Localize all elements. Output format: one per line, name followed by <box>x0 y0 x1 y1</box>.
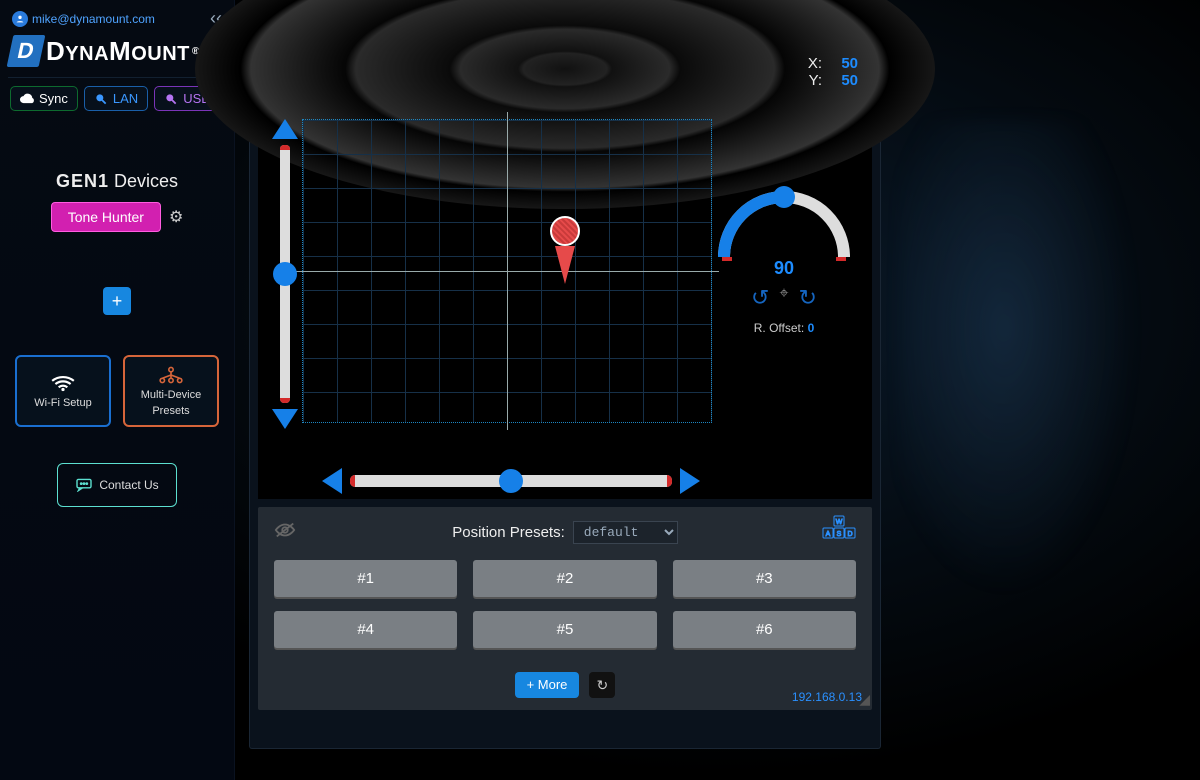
refresh-presets-button[interactable]: ↻ <box>589 672 615 698</box>
rotate-cw-button[interactable]: ↻ <box>799 285 817 311</box>
y-slider-track[interactable] <box>280 145 290 403</box>
device-tone-hunter-label: Tone Hunter <box>68 209 144 225</box>
user-email: mike@dynamount.com <box>32 12 155 26</box>
main-panel: Tone Hunter ⊕ Calibrate X:50 Y:50 <box>250 10 880 748</box>
rotation-center-icon[interactable]: ⌖ <box>779 285 788 311</box>
preset-grid: #1 #2 #3 #4 #5 #6 <box>274 560 856 648</box>
x-left-button[interactable] <box>322 468 342 494</box>
visibility-toggle-icon[interactable] <box>274 521 296 545</box>
contact-us-button[interactable]: Contact Us <box>57 463 177 507</box>
lan-label: LAN <box>113 91 138 106</box>
preset-button-6[interactable]: #6 <box>673 611 856 648</box>
r-offset-label: R. Offset: <box>754 321 804 335</box>
x-right-button[interactable] <box>680 468 700 494</box>
y-slider <box>276 119 294 429</box>
sidebar: mike@dynamount.com ‹‹ D DYNAMOUNT ® Sync… <box>0 0 235 780</box>
preset-button-5[interactable]: #5 <box>473 611 656 648</box>
multi-card-label2: Presets <box>152 405 189 417</box>
svg-text:W: W <box>836 519 843 526</box>
mic-head-icon <box>550 216 580 246</box>
add-device-button[interactable]: + <box>103 287 131 315</box>
y-slider-thumb[interactable] <box>273 262 297 286</box>
wifi-card-label: Wi-Fi Setup <box>34 397 91 409</box>
microphone-marker[interactable] <box>550 216 580 286</box>
multi-device-presets-card[interactable]: Multi-Device Presets <box>123 355 219 427</box>
user-icon <box>12 11 28 27</box>
brand-mark-icon: D <box>7 35 46 67</box>
y-value: 50 <box>822 72 858 89</box>
svg-text:A: A <box>826 531 831 538</box>
rotation-gauge: 90 ↺ ⌖ ↻ R. Offset: 0 <box>710 181 858 335</box>
user-chip[interactable]: mike@dynamount.com <box>12 11 155 27</box>
x-slider-track[interactable] <box>350 475 672 487</box>
y-label: Y: <box>800 72 822 89</box>
network-icon <box>158 365 184 385</box>
wifi-setup-card[interactable]: Wi-Fi Setup <box>15 355 111 427</box>
device-ip: 192.168.0.13 <box>792 690 862 704</box>
coordinates-readout: X:50 Y:50 <box>800 55 858 89</box>
wasd-keys-icon[interactable]: W A S D <box>822 515 856 544</box>
device-tone-hunter[interactable]: Tone Hunter <box>51 202 161 232</box>
x-label: X: <box>800 55 822 72</box>
rotation-offset: R. Offset: 0 <box>710 321 858 335</box>
position-stage: X:50 Y:50 <box>258 39 872 499</box>
x-value: 50 <box>822 55 858 72</box>
svg-text:S: S <box>837 531 842 538</box>
r-offset-value: 0 <box>808 321 815 335</box>
devices-heading-bold: GEN1 <box>56 171 109 191</box>
connection-row: Sync LAN USB <box>8 86 226 111</box>
devices-heading: GEN1 Devices <box>8 171 226 192</box>
x-slider <box>322 471 700 491</box>
background-smoke <box>900 120 1160 640</box>
multi-card-label1: Multi-Device <box>141 389 202 401</box>
chat-icon <box>75 478 93 492</box>
y-up-button[interactable] <box>272 119 298 139</box>
presets-select[interactable]: default <box>573 521 678 544</box>
lan-button[interactable]: LAN <box>84 86 148 111</box>
device-settings-icon[interactable]: ⚙ <box>169 207 183 227</box>
presets-panel: Position Presets: default W A S D #1 #2 … <box>258 507 872 710</box>
brand-logo: D DYNAMOUNT ® <box>8 35 226 73</box>
mic-body-icon <box>555 246 575 284</box>
wifi-icon <box>50 373 76 393</box>
preset-button-1[interactable]: #1 <box>274 560 457 597</box>
preset-button-2[interactable]: #2 <box>473 560 656 597</box>
more-presets-button[interactable]: + More <box>515 672 580 698</box>
preset-button-4[interactable]: #4 <box>274 611 457 648</box>
sync-label: Sync <box>39 91 68 106</box>
devices-heading-rest: Devices <box>109 171 178 191</box>
y-down-button[interactable] <box>272 409 298 429</box>
xy-grid[interactable] <box>302 119 712 423</box>
presets-label: Position Presets: <box>452 524 565 541</box>
preset-button-3[interactable]: #3 <box>673 560 856 597</box>
rotate-ccw-button[interactable]: ↺ <box>751 285 769 311</box>
sync-button[interactable]: Sync <box>10 86 78 111</box>
svg-text:D: D <box>847 531 852 538</box>
brand-name: DYNAMOUNT <box>46 36 190 67</box>
contact-label: Contact Us <box>99 478 158 492</box>
x-slider-thumb[interactable] <box>499 469 523 493</box>
resize-handle-icon[interactable]: ◢ <box>859 691 870 708</box>
